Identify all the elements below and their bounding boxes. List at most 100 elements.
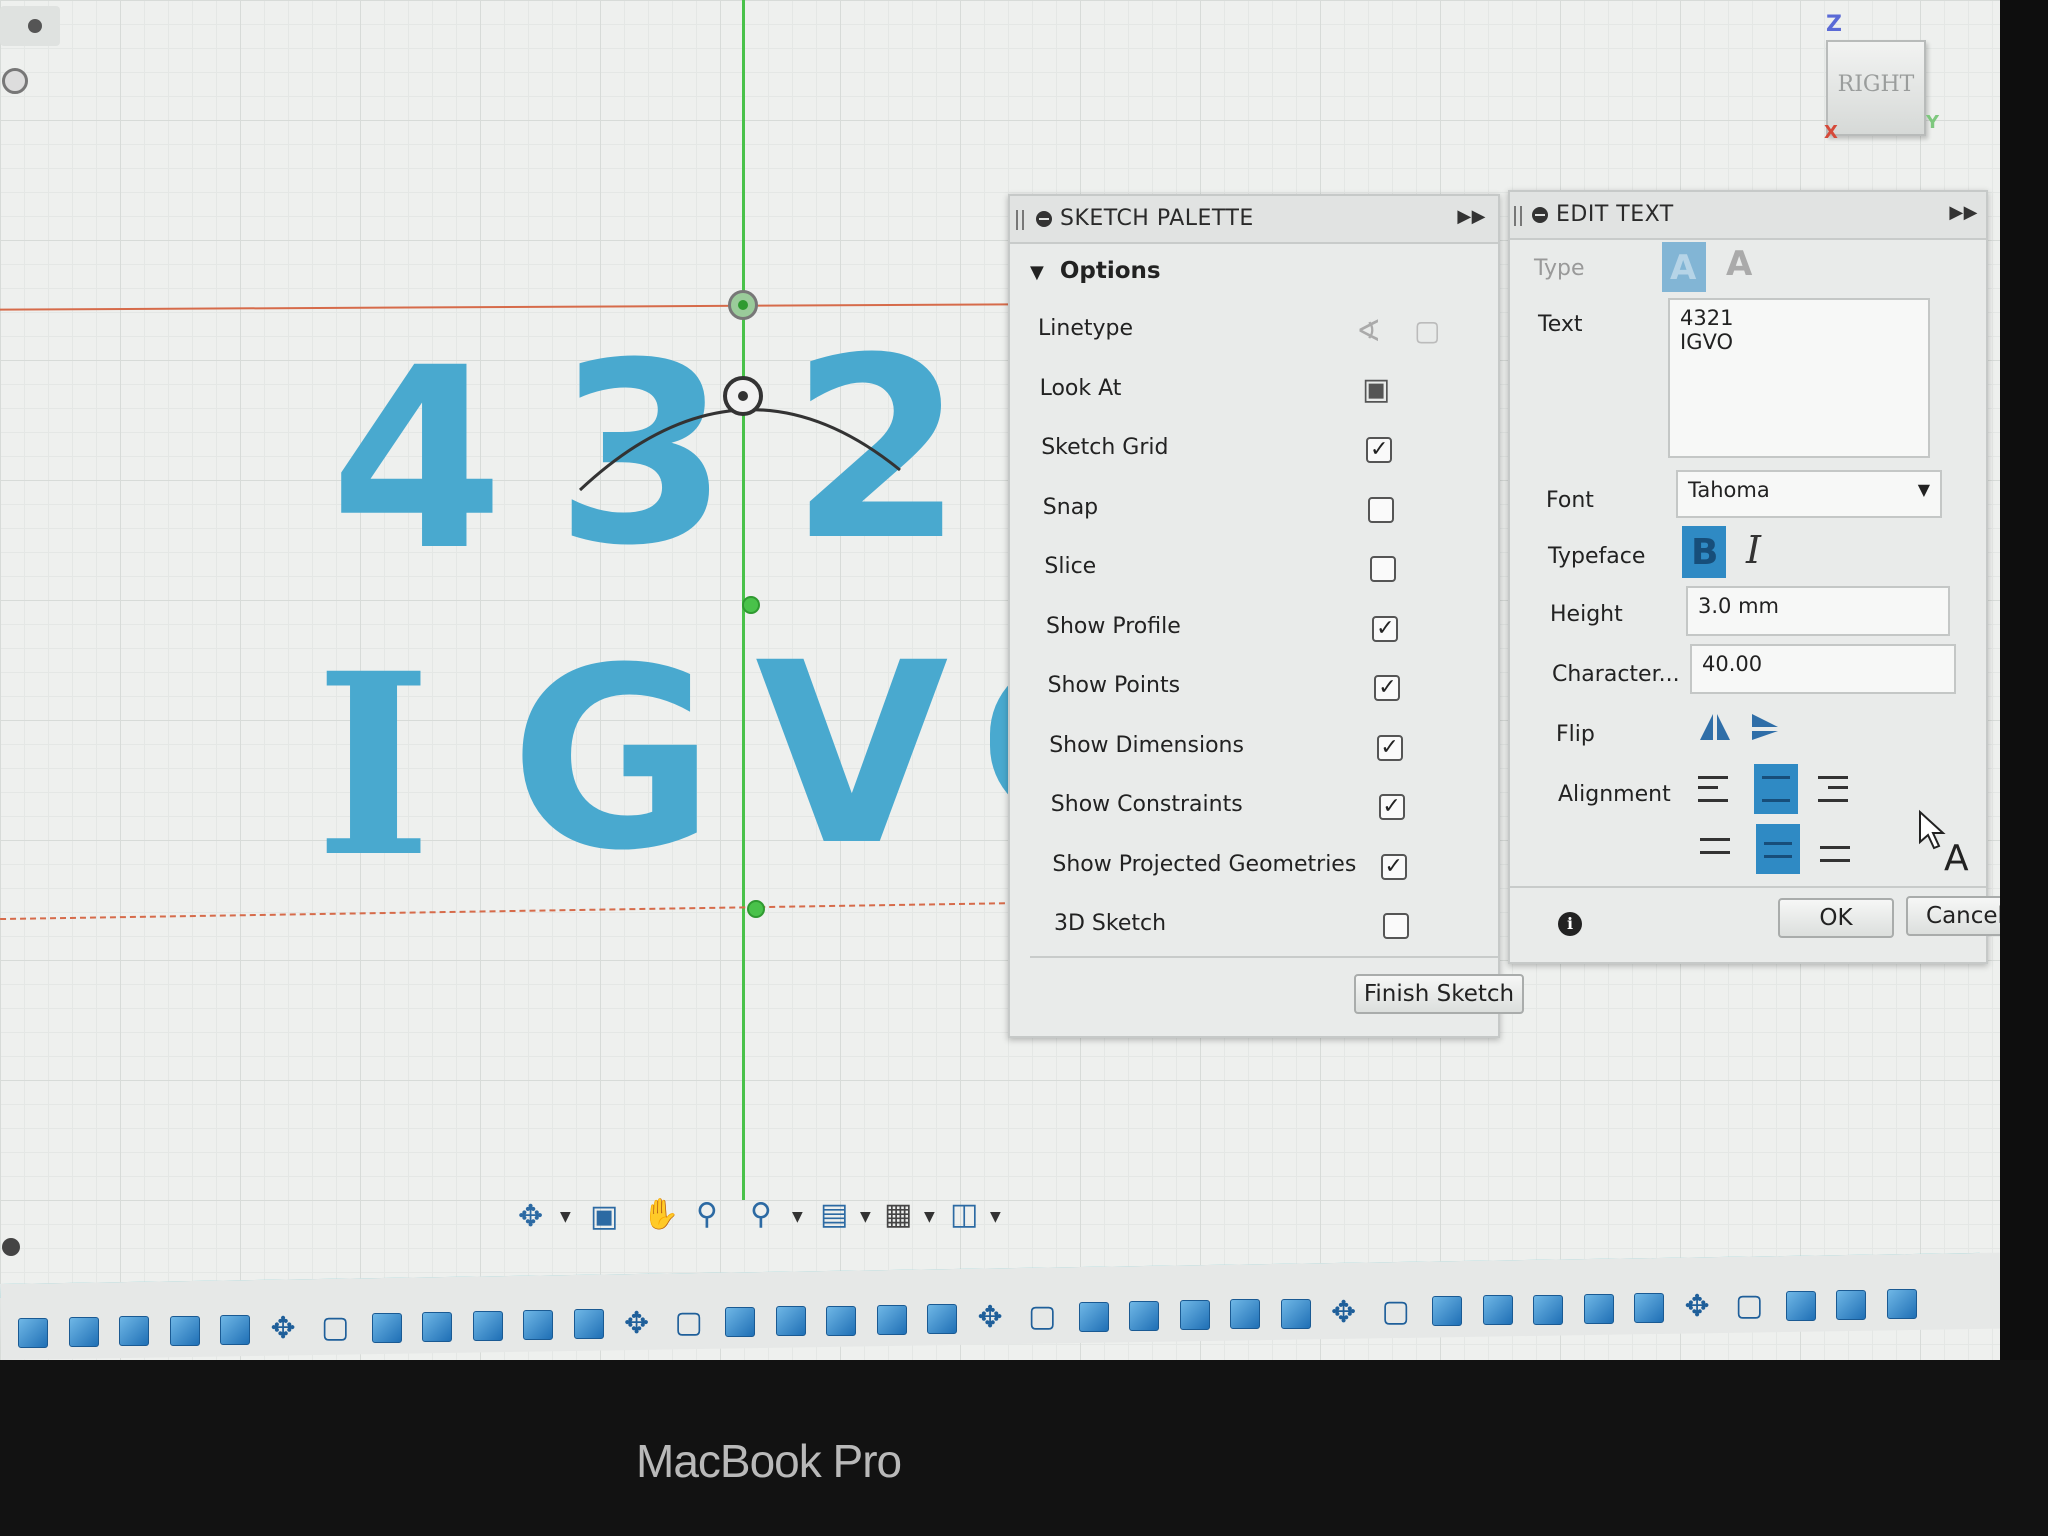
font-dropdown[interactable]: Tahoma ▼ [1676, 470, 1942, 518]
finish-sketch-button[interactable]: Finish Sketch [1354, 974, 1524, 1014]
align-right-icon[interactable] [1818, 776, 1848, 802]
timeline-feature-icon[interactable] [1836, 1289, 1866, 1320]
timeline-feature-icon[interactable]: ✥ [624, 1308, 649, 1339]
timeline-feature-icon[interactable] [876, 1304, 907, 1335]
character-spacing-input[interactable]: 40.00 [1690, 644, 1956, 694]
palette-option-checkbox[interactable] [1370, 556, 1397, 582]
timeline-feature-icon[interactable]: ✥ [1685, 1292, 1710, 1322]
ok-button[interactable]: OK [1778, 898, 1894, 938]
sketch-glyph[interactable]: I [315, 640, 432, 890]
type-horizontal-button[interactable]: A [1662, 242, 1706, 292]
timeline-feature-icon[interactable] [523, 1310, 553, 1341]
timeline-feature-icon[interactable] [1230, 1299, 1260, 1330]
timeline-feature-icon[interactable] [1785, 1290, 1816, 1321]
centerline-linetype-icon[interactable]: ▢ [1414, 314, 1440, 347]
look-at-icon[interactable]: ▣ [590, 1202, 618, 1232]
bottom-point[interactable] [747, 900, 765, 918]
look-at-icon[interactable]: ▣ [1362, 372, 1390, 407]
viewports-icon[interactable]: ◫ [950, 1200, 978, 1230]
timeline-add-icon[interactable] [2, 1238, 20, 1256]
grip-icon[interactable] [1016, 210, 1024, 230]
timeline-feature-icon[interactable] [1078, 1301, 1109, 1332]
palette-option-checkbox[interactable]: ✓ [1378, 794, 1405, 820]
timeline-feature-icon[interactable] [1533, 1294, 1563, 1325]
timeline-feature-icon[interactable]: ✥ [1331, 1297, 1356, 1328]
sketch-palette-header[interactable]: SKETCH PALETTE ▶▶ [1010, 196, 1498, 244]
align-left-icon[interactable] [1698, 776, 1728, 802]
valign-top-icon[interactable] [1700, 838, 1730, 854]
chevron-down-icon[interactable]: ▼ [990, 1210, 1001, 1224]
collapse-dot-icon[interactable] [1036, 211, 1052, 227]
grip-icon[interactable] [1514, 206, 1522, 226]
edit-text-header[interactable]: EDIT TEXT ▶▶ [1510, 192, 1986, 240]
timeline-feature-icon[interactable] [826, 1305, 856, 1336]
timeline-feature-icon[interactable]: ▢ [1735, 1291, 1763, 1321]
pan-hand-icon[interactable]: ✋ [642, 1200, 679, 1230]
chevron-down-icon[interactable]: ▼ [924, 1210, 935, 1224]
sketch-glyph[interactable]: 4 [330, 335, 504, 585]
timeline-feature-icon[interactable] [1179, 1300, 1210, 1331]
flip-horizontal-icon[interactable] [1698, 712, 1732, 742]
palette-option-checkbox[interactable]: ✓ [1374, 675, 1401, 701]
browser-toggle-icon[interactable] [0, 6, 60, 46]
options-section-header[interactable]: ▼ Options [1030, 258, 1161, 284]
top-snap-point[interactable] [728, 290, 758, 320]
cancel-button[interactable]: Cancel [1906, 896, 2000, 936]
timeline-feature-icon[interactable]: ▢ [675, 1307, 703, 1338]
zoom-window-icon[interactable]: ⚲ [750, 1200, 772, 1230]
timeline-feature-icon[interactable]: ▢ [1028, 1302, 1056, 1332]
canvas-viewport[interactable]: 4 3 2 I G V RIGHT Z X Y SKETCH PALETTE ▶… [0, 0, 2000, 1360]
expand-arrows-icon[interactable]: ▶▶ [1949, 202, 1978, 223]
palette-option-checkbox[interactable]: ✓ [1372, 615, 1399, 642]
bold-button[interactable]: B [1682, 526, 1726, 578]
grid-settings-icon[interactable]: ▦ [884, 1200, 912, 1230]
italic-button[interactable]: I [1746, 528, 1761, 572]
collapse-dot-icon[interactable] [1532, 207, 1548, 223]
chevron-down-icon[interactable]: ▼ [792, 1210, 803, 1224]
timeline-feature-icon[interactable] [119, 1316, 149, 1347]
timeline-feature-icon[interactable] [775, 1306, 806, 1337]
timeline-feature-icon[interactable]: ▢ [1382, 1296, 1410, 1327]
timeline-feature-icon[interactable] [725, 1307, 755, 1338]
timeline-feature-icon[interactable] [371, 1312, 402, 1343]
chevron-down-icon[interactable]: ▼ [560, 1210, 571, 1224]
palette-option-checkbox[interactable] [1382, 913, 1409, 939]
expand-arrows-icon[interactable]: ▶▶ [1457, 206, 1486, 227]
timeline-feature-icon[interactable] [1129, 1300, 1159, 1331]
zoom-icon[interactable]: ⚲ [696, 1200, 718, 1230]
timeline-feature-icon[interactable] [18, 1318, 48, 1348]
sketch-glyph[interactable]: V [755, 630, 948, 880]
mid-point[interactable] [742, 596, 760, 614]
timeline-feature-icon[interactable] [1634, 1293, 1664, 1324]
chevron-down-icon[interactable]: ▼ [860, 1210, 871, 1224]
viewcube[interactable]: RIGHT [1826, 40, 1926, 136]
sketch-glyph[interactable]: G [510, 635, 715, 885]
orbit-icon[interactable]: ✥ [518, 1202, 543, 1232]
timeline-feature-icon[interactable] [927, 1303, 957, 1334]
valign-middle-button[interactable] [1756, 824, 1800, 874]
arc-center-point[interactable] [723, 376, 763, 416]
timeline-feature-icon[interactable] [1583, 1293, 1614, 1324]
timeline-feature-icon[interactable] [422, 1311, 452, 1342]
timeline-feature-icon[interactable] [68, 1317, 99, 1348]
timeline-feature-icon[interactable] [169, 1315, 200, 1346]
palette-option-checkbox[interactable]: ✓ [1380, 853, 1407, 880]
timeline-feature-icon[interactable]: ✥ [271, 1314, 296, 1344]
display-settings-icon[interactable]: ▤ [820, 1200, 848, 1230]
palette-option-checkbox[interactable] [1368, 496, 1395, 523]
timeline-feature-icon[interactable]: ▢ [321, 1313, 349, 1343]
timeline-feature-icon[interactable] [472, 1310, 503, 1341]
height-input[interactable]: 3.0 mm [1686, 586, 1950, 636]
navigation-dot-icon[interactable] [2, 68, 28, 94]
align-center-button[interactable] [1754, 764, 1798, 814]
palette-option-checkbox[interactable]: ✓ [1366, 437, 1393, 463]
timeline-feature-icon[interactable] [573, 1309, 604, 1340]
timeline-feature-icon[interactable] [1280, 1298, 1311, 1329]
timeline-feature-icon[interactable] [1482, 1295, 1513, 1326]
info-icon[interactable]: i [1558, 912, 1582, 936]
timeline-feature-icon[interactable] [220, 1314, 250, 1345]
text-input[interactable] [1668, 298, 1930, 458]
timeline-feature-icon[interactable] [1432, 1296, 1462, 1327]
timeline-feature-icon[interactable] [1886, 1289, 1917, 1320]
type-path-button[interactable]: A [1726, 244, 1752, 284]
